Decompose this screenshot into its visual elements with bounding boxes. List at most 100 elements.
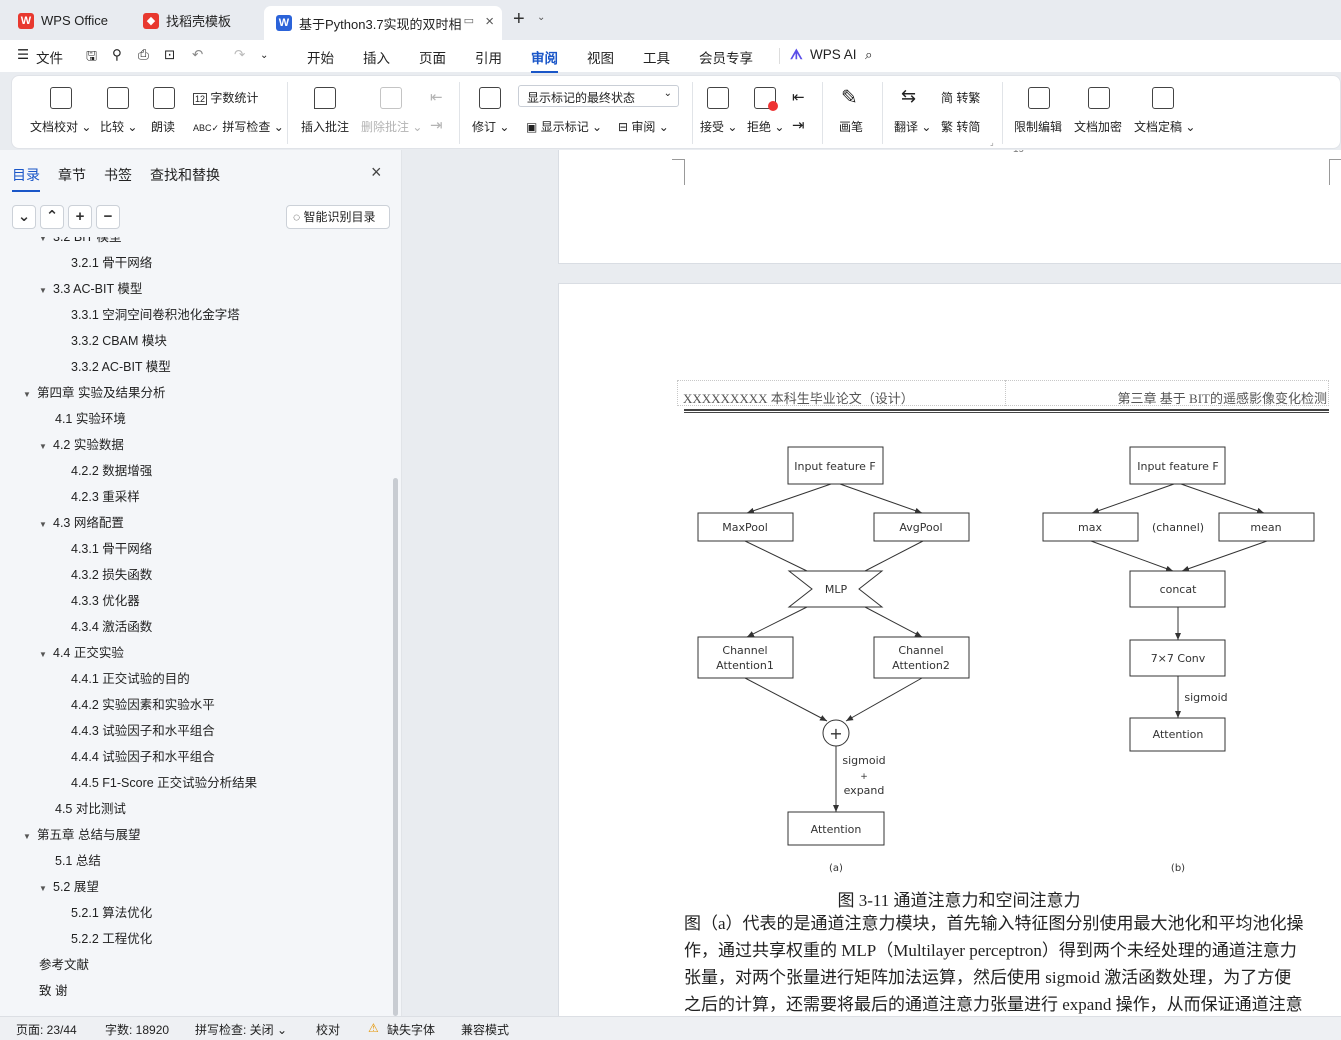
quick-access-dropdown-icon[interactable]: ⌄: [260, 50, 268, 61]
reject-button[interactable]: 拒绝 ⌄: [747, 118, 784, 135]
toc-item[interactable]: 4.3.1 骨干网络: [0, 536, 152, 562]
spell-check-toggle[interactable]: 拼写检查: 关闭 ⌄: [195, 1021, 287, 1038]
restrict-edit-button[interactable]: 限制编辑: [1014, 118, 1062, 135]
new-tab-icon[interactable]: +: [513, 8, 525, 31]
menu-file[interactable]: 文件: [36, 47, 63, 67]
body-paragraph[interactable]: 图（a）代表的是通道注意力模块，首先输入特征图分别使用最大池化和平均池化操 作，…: [684, 910, 1334, 1016]
toc-item[interactable]: 5.2.2 工程优化: [0, 926, 152, 952]
screen-icon[interactable]: ▭: [464, 14, 474, 27]
proofread-status[interactable]: 校对: [316, 1021, 340, 1038]
next-change-icon[interactable]: ⇥: [792, 116, 805, 134]
expand-triangle-icon[interactable]: ▼: [23, 382, 37, 408]
toc-item[interactable]: 4.2.2 数据增强: [0, 458, 152, 484]
print-icon[interactable]: ⎙: [138, 47, 149, 63]
search-icon[interactable]: ⌕: [865, 47, 873, 63]
toc-item[interactable]: ▼ 4.2 实验数据: [0, 432, 124, 458]
toc-item[interactable]: 4.1 实验环境: [0, 406, 126, 432]
toc-item[interactable]: 致 谢: [0, 978, 67, 1004]
toc-item[interactable]: 3.2.1 骨干网络: [0, 250, 152, 276]
tab-toc[interactable]: 目录: [12, 165, 40, 192]
finalize-button[interactable]: 文档定稿 ⌄: [1134, 118, 1195, 135]
show-markup-button[interactable]: ▣ 显示标记 ⌄: [526, 118, 602, 135]
close-panel-icon[interactable]: ×: [371, 162, 382, 183]
track-changes-button[interactable]: 修订 ⌄: [472, 118, 509, 135]
expand-triangle-icon[interactable]: ▼: [39, 642, 53, 668]
toc-item[interactable]: ▼ 5.2 展望: [0, 874, 99, 900]
tab-templates[interactable]: ◆ 找稻壳模板: [131, 5, 258, 36]
toc-item[interactable]: 4.5 对比测试: [0, 796, 126, 822]
tab-sections[interactable]: 章节: [58, 165, 86, 185]
ribbon-expand-icon[interactable]: ⌟: [990, 138, 994, 147]
toc-item[interactable]: 4.4.3 试验因子和水平组合: [0, 718, 215, 744]
menu-references[interactable]: 引用: [475, 47, 502, 67]
toc-item[interactable]: 4.3.4 激活函数: [0, 614, 152, 640]
review-pane-button[interactable]: ⊟ 审阅 ⌄: [618, 118, 669, 135]
menu-tools[interactable]: 工具: [643, 47, 670, 67]
toc-item[interactable]: ▼ 4.3 网络配置: [0, 510, 124, 536]
tab-find-replace[interactable]: 查找和替换: [150, 165, 220, 185]
encrypt-button[interactable]: 文档加密: [1074, 118, 1122, 135]
expand-down-button[interactable]: ⌄: [12, 205, 36, 229]
remove-toc-item-button[interactable]: −: [96, 205, 120, 229]
undo-icon[interactable]: ↶: [192, 47, 203, 63]
toc-item[interactable]: 4.4.1 正交试验的目的: [0, 666, 190, 692]
toc-item[interactable]: 4.4.5 F1-Score 正交试验分析结果: [0, 770, 257, 796]
to-simplified-button[interactable]: 繁 转简: [941, 118, 980, 135]
expand-triangle-icon[interactable]: ▼: [39, 278, 53, 304]
expand-triangle-icon[interactable]: ▼: [23, 824, 37, 850]
missing-font-status[interactable]: 缺失字体: [387, 1021, 435, 1038]
toc-item[interactable]: 4.3.3 优化器: [0, 588, 140, 614]
insert-comment-button[interactable]: 插入批注: [301, 118, 349, 135]
read-aloud-button[interactable]: 朗读: [151, 118, 175, 135]
previous-change-icon[interactable]: ⇤: [792, 88, 805, 106]
word-count-indicator[interactable]: 字数: 18920: [105, 1021, 169, 1038]
compat-mode-status[interactable]: 兼容模式: [461, 1021, 509, 1038]
save-icon[interactable]: 🖫: [86, 47, 97, 69]
markup-state-select[interactable]: 显示标记的最终状态 ⌄: [518, 85, 679, 107]
accept-button[interactable]: 接受 ⌄: [700, 118, 737, 135]
share-icon[interactable]: ⚲: [112, 47, 122, 63]
pen-button[interactable]: 画笔: [839, 118, 863, 135]
tab-bookmarks[interactable]: 书签: [104, 165, 132, 185]
menu-home[interactable]: 开始: [307, 47, 334, 67]
collapse-up-button[interactable]: ⌃: [40, 205, 64, 229]
word-count-button[interactable]: 12 字数统计: [193, 89, 258, 106]
expand-triangle-icon[interactable]: ▼: [39, 512, 53, 538]
toc-item[interactable]: 4.4.4 试验因子和水平组合: [0, 744, 215, 770]
toc-item[interactable]: 4.3.2 损失函数: [0, 562, 152, 588]
menu-review[interactable]: 审阅: [531, 47, 558, 73]
toc-item[interactable]: ▼ 第四章 实验及结果分析: [0, 380, 165, 406]
menu-membership[interactable]: 会员专享: [699, 47, 753, 67]
page-indicator[interactable]: 页面: 23/44: [16, 1021, 77, 1038]
expand-triangle-icon[interactable]: ▼: [39, 876, 53, 902]
tab-wps-office[interactable]: W WPS Office: [6, 5, 124, 36]
add-toc-item-button[interactable]: +: [68, 205, 92, 229]
smart-toc-button[interactable]: ◌ 智能识别目录: [286, 205, 390, 229]
tab-document[interactable]: W 基于Python3.7实现的双时相遥 ▭ ×: [264, 6, 502, 40]
menu-page[interactable]: 页面: [419, 47, 446, 67]
to-traditional-button[interactable]: 简 转繁: [941, 89, 980, 106]
print-preview-icon[interactable]: ⊡: [164, 47, 175, 63]
toc-item[interactable]: ▼ 3.2 BIT 模型: [0, 237, 122, 250]
toc-scrollbar[interactable]: [393, 478, 398, 1016]
toc-item[interactable]: ▼ 3.3 AC-BIT 模型: [0, 276, 142, 302]
redo-icon[interactable]: ↷: [234, 47, 245, 63]
proofread-button[interactable]: 文档校对 ⌄: [30, 118, 91, 135]
translate-button[interactable]: 翻译 ⌄: [894, 118, 931, 135]
toc-item[interactable]: 4.4.2 实验因素和实验水平: [0, 692, 215, 718]
menu-insert[interactable]: 插入: [363, 47, 390, 67]
chevron-down-icon[interactable]: ⌄: [537, 12, 545, 23]
expand-triangle-icon[interactable]: ▼: [39, 434, 53, 460]
menu-view[interactable]: 视图: [587, 47, 614, 67]
toc-item[interactable]: 3.3.2 AC-BIT 模型: [0, 354, 171, 380]
compare-button[interactable]: 比较 ⌄: [100, 118, 137, 135]
menu-wps-ai[interactable]: WPS AI: [810, 47, 857, 62]
toc-item[interactable]: 参考文献: [0, 952, 89, 978]
hamburger-icon[interactable]: ☰: [17, 47, 29, 63]
toc-item[interactable]: ▼ 第五章 总结与展望: [0, 822, 140, 848]
toc-item[interactable]: 5.1 总结: [0, 848, 101, 874]
toc-item[interactable]: 5.2.1 算法优化: [0, 900, 152, 926]
toc-item[interactable]: 4.2.3 重采样: [0, 484, 140, 510]
toc-item[interactable]: ▼ 4.4 正交实验: [0, 640, 124, 666]
toc-item[interactable]: 3.3.1 空洞空间卷积池化金字塔: [0, 302, 240, 328]
